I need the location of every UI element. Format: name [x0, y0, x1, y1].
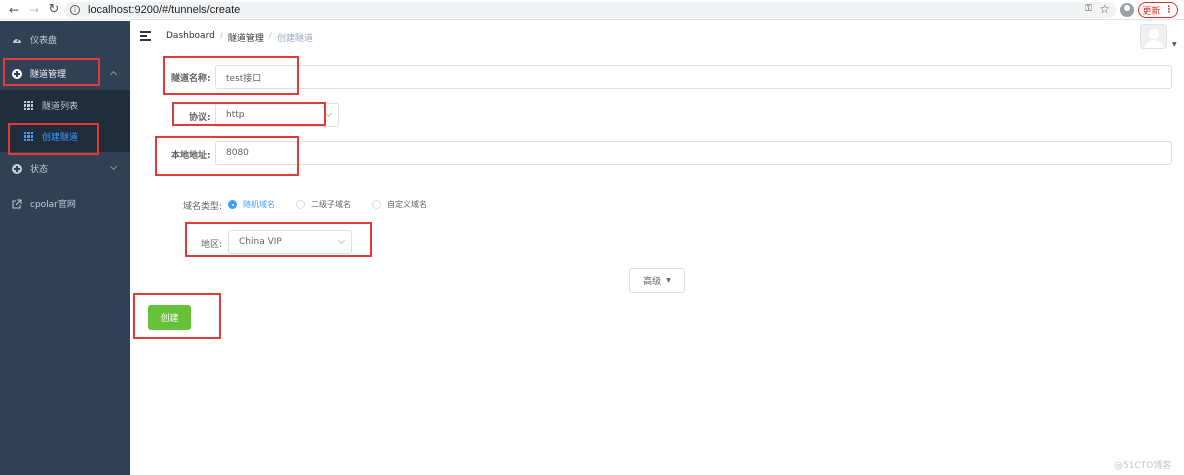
menu-dots-icon: ⋮: [1164, 5, 1174, 15]
tunnel-name-input[interactable]: test接口: [215, 65, 1172, 89]
sidebar-item-tunnel-list[interactable]: 隧道列表: [0, 90, 130, 121]
profile-icon[interactable]: [1120, 3, 1134, 17]
local-address-input[interactable]: 8080: [215, 141, 1172, 165]
annotation-box-create-tunnel: [8, 123, 99, 155]
bookmark-star-icon[interactable]: ☆: [1099, 2, 1110, 16]
chevron-down-icon: [109, 162, 118, 171]
sidebar-item-label: 状态: [30, 165, 49, 175]
annotation-box-local-address: [155, 136, 299, 176]
sidebar: 仪表盘 隧道管理 隧道列表 创建隧道 状态 cpolar官网: [0, 21, 130, 475]
grid-icon: [24, 101, 33, 110]
advanced-button[interactable]: 高级 ▼: [629, 268, 685, 293]
radio-label: 二级子域名: [311, 200, 351, 209]
update-button[interactable]: 更新 ⋮: [1138, 2, 1178, 18]
sidebar-item-cpolar-site[interactable]: cpolar官网: [0, 187, 130, 220]
annotation-box-tunnel-name: [163, 56, 299, 95]
sidebar-item-status[interactable]: 状态: [0, 152, 130, 185]
radio-dot: [228, 200, 237, 209]
radio-label: 自定义域名: [387, 200, 427, 209]
chevron-up-icon: [109, 70, 118, 79]
annotation-box-protocol: [172, 102, 326, 126]
url-text[interactable]: localhost:9200/#/tunnels/create: [88, 4, 240, 16]
domain-type-label: 域名类型:: [183, 202, 223, 212]
caret-down-icon: ▼: [666, 277, 671, 284]
address-bar[interactable]: i localhost:9200/#/tunnels/create ⚿ ☆: [64, 2, 1116, 18]
radio-label: 随机域名: [243, 200, 275, 209]
info-icon[interactable]: i: [70, 5, 80, 15]
key-icon[interactable]: ⚿: [1085, 4, 1092, 14]
sidebar-item-dashboard[interactable]: 仪表盘: [0, 21, 130, 57]
browser-toolbar: ← → ↻ i localhost:9200/#/tunnels/create …: [0, 0, 1184, 20]
external-link-icon: [12, 199, 22, 209]
radio-random-domain[interactable]: 随机域名: [228, 199, 275, 210]
radio-dot: [372, 200, 381, 209]
caret-down-icon[interactable]: ▼: [1172, 41, 1177, 48]
dashboard-icon: [12, 34, 22, 44]
breadcrumb-dashboard[interactable]: Dashboard: [166, 31, 215, 44]
back-arrow-icon[interactable]: ←: [4, 0, 24, 20]
advanced-label: 高级: [643, 277, 662, 287]
sidebar-item-label: 隧道列表: [42, 102, 79, 112]
annotation-box-create-button: [133, 293, 221, 339]
breadcrumb-separator: /: [219, 31, 223, 41]
forward-arrow-icon[interactable]: →: [24, 0, 44, 20]
sidebar-item-label: cpolar官网: [30, 200, 76, 210]
radio-dot: [296, 200, 305, 209]
avatar[interactable]: [1140, 24, 1167, 49]
reload-icon[interactable]: ↻: [44, 0, 64, 20]
update-label: 更新: [1142, 6, 1161, 17]
sidebar-item-label: 仪表盘: [30, 35, 58, 46]
plus-circle-icon: [12, 163, 22, 174]
radio-subdomain[interactable]: 二级子域名: [296, 199, 351, 210]
watermark: @51CTO博客: [1114, 461, 1172, 471]
breadcrumb: Dashboard / 隧道管理 / 创建隧道: [166, 31, 313, 44]
radio-custom-domain[interactable]: 自定义域名: [372, 199, 427, 210]
chevron-down-icon: [324, 109, 333, 118]
breadcrumb-separator: /: [268, 31, 272, 41]
hamburger-menu-icon[interactable]: [140, 31, 151, 41]
annotation-box-region: [185, 222, 372, 257]
annotation-box-tunnel-management: [3, 58, 100, 86]
breadcrumb-tunnel-management[interactable]: 隧道管理: [228, 31, 264, 44]
breadcrumb-create-tunnel: 创建隧道: [276, 34, 313, 44]
